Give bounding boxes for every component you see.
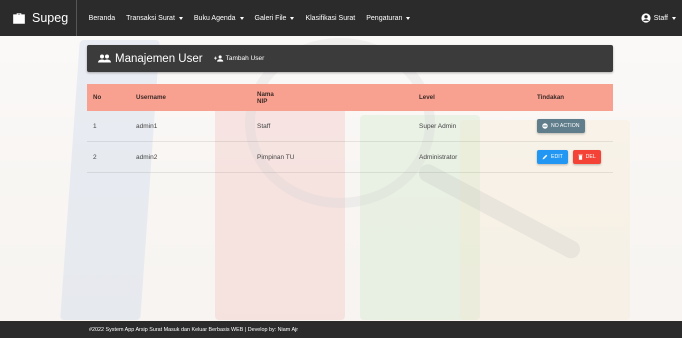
cell-nama: Pimpinan TU: [257, 141, 419, 173]
caret-down-icon: [178, 16, 183, 20]
user-menu[interactable]: Staff: [641, 0, 676, 36]
cell-no: 1: [87, 111, 136, 142]
nav-pengaturan[interactable]: Pengaturan: [361, 15, 416, 22]
person-add-icon: [213, 55, 223, 62]
header-username: Username: [136, 84, 257, 111]
caret-down-icon: [406, 16, 411, 20]
caret-down-icon: [290, 16, 295, 20]
nav-beranda[interactable]: Beranda: [83, 15, 120, 22]
cell-level: Administrator: [419, 141, 537, 173]
cell-actions: EDIT DEL: [537, 141, 613, 173]
user-menu-label: Staff: [653, 14, 668, 22]
table-row: 2 admin2 Pimpinan TU Administrator EDIT …: [87, 141, 613, 173]
cell-nama: Staff: [257, 111, 419, 142]
footer-text: #2022 System App Arsip Surat Masuk dan K…: [89, 326, 299, 333]
nav-transaksi-surat[interactable]: Transaksi Surat: [121, 15, 189, 22]
cell-username: admin1: [136, 111, 257, 142]
page-title: Manajemen User: [115, 52, 203, 65]
cell-no: 2: [87, 141, 136, 173]
add-user-button[interactable]: Tambah User: [213, 55, 265, 62]
header-no: No: [87, 84, 136, 111]
header-nip: NIP: [257, 97, 268, 105]
main-nav: Beranda Transaksi Surat Buku Agenda Gale…: [83, 15, 416, 22]
account-circle-icon: [641, 13, 651, 23]
edit-button[interactable]: EDIT: [537, 150, 568, 164]
people-icon: [98, 54, 111, 63]
users-table: No Username Nama NIP Level Tindakan 1 ad…: [87, 84, 613, 173]
header-nama-nip: Nama NIP: [257, 84, 419, 111]
nav-klasifikasi-surat[interactable]: Klasifikasi Surat: [300, 15, 361, 22]
top-navbar: Supeg Beranda Transaksi Surat Buku Agend…: [0, 0, 682, 36]
briefcase-icon: [13, 12, 25, 24]
footer: #2022 System App Arsip Surat Masuk dan K…: [0, 321, 682, 338]
table-row: 1 admin1 Staff Super Admin NO ACTION: [87, 111, 613, 142]
pencil-icon: [542, 154, 548, 160]
delete-button[interactable]: DEL: [572, 150, 601, 164]
trash-icon: [578, 154, 583, 160]
no-action-button[interactable]: NO ACTION: [537, 119, 585, 133]
caret-down-icon: [672, 16, 676, 20]
cell-actions: NO ACTION: [537, 111, 613, 142]
header-tindakan: Tindakan: [537, 84, 613, 111]
brand-title: Supeg: [32, 11, 69, 25]
header-level: Level: [419, 84, 537, 111]
panel-header: Manajemen User Tambah User: [87, 45, 613, 72]
caret-down-icon: [239, 16, 244, 20]
block-icon: [542, 123, 548, 129]
cell-username: admin2: [136, 141, 257, 173]
add-user-label: Tambah User: [225, 55, 265, 62]
nav-buku-agenda[interactable]: Buku Agenda: [188, 15, 249, 22]
table-header-row: No Username Nama NIP Level Tindakan: [87, 84, 613, 111]
cell-level: Super Admin: [419, 111, 537, 142]
brand-link[interactable]: Supeg: [0, 0, 78, 36]
header-nama: Nama: [257, 90, 274, 98]
nav-galeri-file[interactable]: Galeri File: [249, 15, 300, 22]
